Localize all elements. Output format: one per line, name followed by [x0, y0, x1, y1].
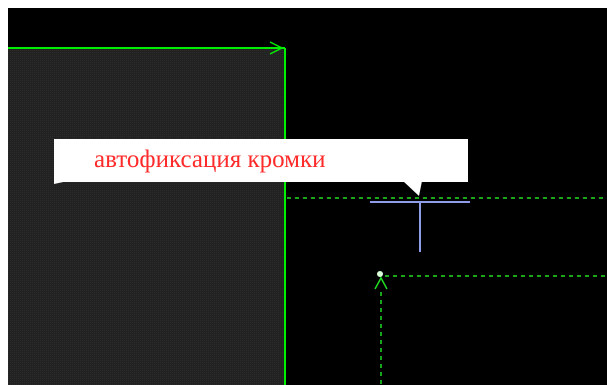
tooltip-pointer-layer — [54, 181, 422, 196]
tooltip-corner — [54, 181, 68, 184]
tooltip-pointer — [403, 181, 422, 196]
viewport-frame: автофиксация кромки — [0, 0, 607, 385]
